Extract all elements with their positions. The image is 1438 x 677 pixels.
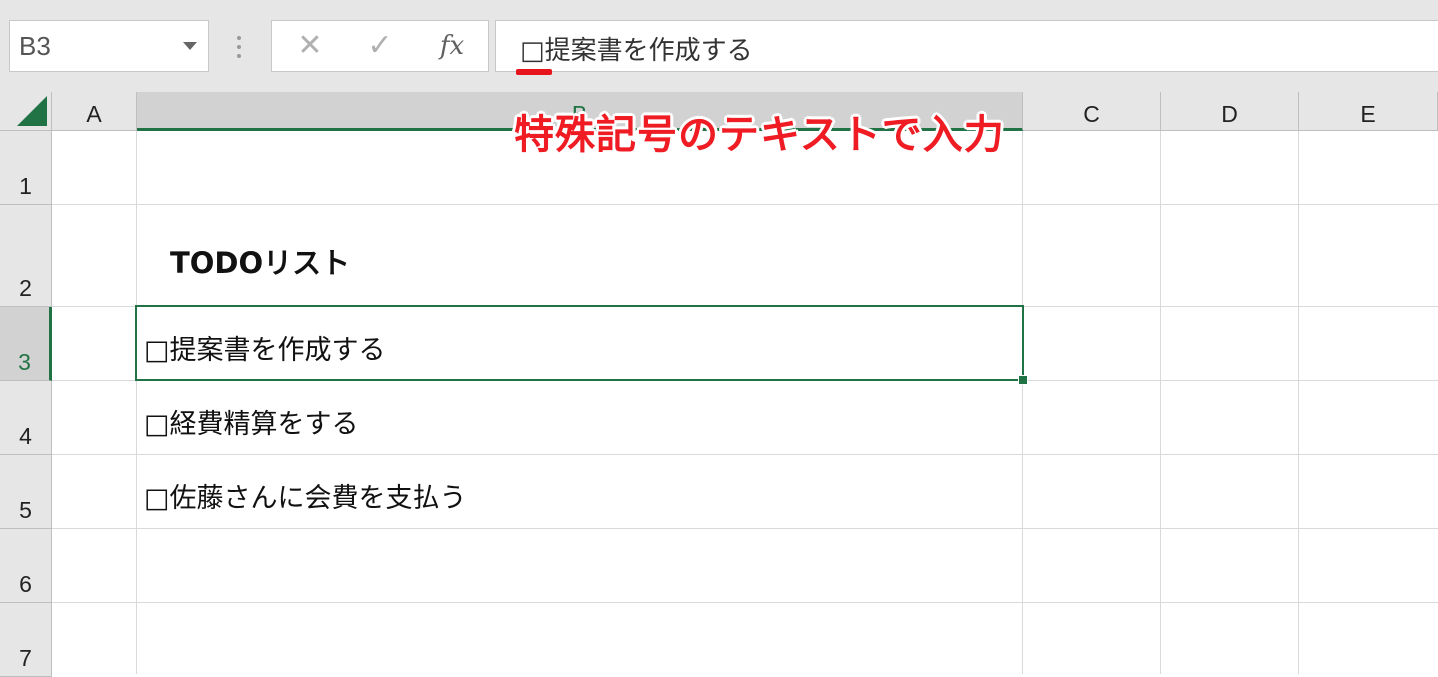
select-all-button[interactable] bbox=[0, 92, 52, 131]
cell-b5[interactable]: □佐藤さんに会費を支払う bbox=[144, 476, 467, 515]
row-header-6[interactable]: 6 bbox=[0, 529, 52, 603]
cell-b4[interactable]: □経費精算をする bbox=[144, 402, 359, 441]
row-header-3[interactable]: 3 bbox=[0, 307, 52, 381]
formula-buttons: ✕ ✓ fx bbox=[271, 20, 489, 72]
gridline bbox=[52, 454, 1438, 455]
gridline bbox=[1022, 131, 1023, 674]
column-header-e[interactable]: E bbox=[1299, 92, 1438, 131]
grip-handle-icon[interactable] bbox=[237, 36, 241, 58]
formula-input[interactable]: □提案書を作成する bbox=[495, 20, 1438, 75]
column-header-c[interactable]: C bbox=[1023, 92, 1161, 131]
annotation-underline bbox=[516, 69, 552, 75]
row-header-4[interactable]: 4 bbox=[0, 381, 52, 455]
formula-text: □提案書を作成する bbox=[520, 36, 753, 66]
name-box-value: B3 bbox=[19, 31, 51, 61]
column-header-d[interactable]: D bbox=[1161, 92, 1299, 131]
gridline bbox=[1298, 131, 1299, 674]
gridline bbox=[1160, 131, 1161, 674]
chevron-down-icon[interactable] bbox=[183, 42, 197, 50]
row-header-2[interactable]: 2 bbox=[0, 205, 52, 307]
annotation-callout: 特殊記号のテキストで入力 bbox=[514, 112, 1005, 158]
row-header-5[interactable]: 5 bbox=[0, 455, 52, 529]
gridline bbox=[52, 204, 1438, 205]
formula-bar-area: B3 ✕ ✓ fx □提案書を作成する bbox=[0, 0, 1438, 92]
spreadsheet-grid: A B C D E 1 2 3 4 5 6 7 TODOリスト □提案書を作成す… bbox=[0, 92, 1438, 677]
cancel-icon[interactable]: ✕ bbox=[280, 21, 340, 71]
cell-b2-title[interactable]: TODOリスト bbox=[170, 240, 350, 282]
gridline bbox=[136, 131, 137, 674]
active-cell-selection bbox=[135, 305, 1024, 381]
row-header-1[interactable]: 1 bbox=[0, 131, 52, 205]
name-box[interactable]: B3 bbox=[9, 20, 209, 72]
row-header-7[interactable]: 7 bbox=[0, 603, 52, 677]
insert-function-icon[interactable]: fx bbox=[422, 21, 482, 71]
gridline bbox=[52, 528, 1438, 529]
fill-handle[interactable] bbox=[1018, 375, 1028, 385]
check-icon[interactable]: ✓ bbox=[350, 21, 410, 71]
column-header-a[interactable]: A bbox=[52, 92, 137, 131]
select-all-icon bbox=[17, 96, 47, 126]
gridline bbox=[52, 602, 1438, 603]
